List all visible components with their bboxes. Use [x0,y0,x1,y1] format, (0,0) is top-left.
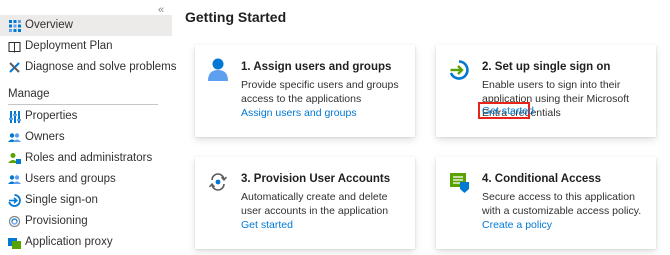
provision-sync-icon [207,171,229,193]
sidebar-item-label: Users and groups [25,173,116,185]
card-title: 3. Provision User Accounts [241,173,391,185]
card-provision-accounts: 3. Provision User Accounts Automatically… [195,157,415,249]
roles-icon [8,152,21,165]
card-title: 2. Set up single sign on [482,61,611,73]
overview-grid-icon [8,19,21,32]
manage-section-header: Manage [8,88,50,100]
card-description: Secure access to this application with a… [482,191,642,217]
sidebar-item-deployment-plan[interactable]: Deployment Plan [0,36,172,57]
conditional-access-icon [448,171,470,193]
wrench-icon [8,61,21,74]
sidebar-item-overview[interactable]: Overview [0,15,172,36]
create-policy-link[interactable]: Create a policy [482,219,552,231]
sidebar-item-label: Single sign-on [25,194,98,206]
card-title: 1. Assign users and groups [241,61,392,73]
owners-icon [8,131,21,144]
users-groups-icon [8,173,21,186]
sidebar-item-label: Application proxy [25,236,113,248]
sidebar-item-provisioning[interactable]: Provisioning [0,211,172,232]
sidebar-item-app-proxy[interactable]: Application proxy [0,232,172,253]
sidebar-nav: « Overview Deployment Plan Diagnose and … [0,0,177,255]
card-assign-users: 1. Assign users and groups Provide speci… [195,45,415,137]
sidebar-item-sso[interactable]: Single sign-on [0,190,172,211]
sidebar-item-roles[interactable]: Roles and administrators [0,148,172,169]
sidebar-item-label: Roles and administrators [25,152,153,164]
sso-icon [8,194,21,207]
card-single-sign-on: 2. Set up single sign on Enable users to… [436,45,656,137]
user-icon [207,58,229,81]
sidebar-item-label: Owners [25,131,65,143]
card-conditional-access: 4. Conditional Access Secure access to t… [436,157,656,249]
sidebar-item-label: Overview [25,19,73,31]
sign-in-icon [448,59,470,81]
properties-icon [8,110,21,123]
assign-users-groups-link[interactable]: Assign users and groups [241,107,357,119]
sidebar-item-label: Properties [25,110,78,122]
sidebar-item-users-groups[interactable]: Users and groups [0,169,172,190]
sso-get-started-link[interactable]: Get started [482,105,534,117]
provisioning-icon [8,215,21,228]
page-title: Getting Started [185,9,287,25]
sidebar-item-owners[interactable]: Owners [0,127,172,148]
card-title: 4. Conditional Access [482,173,602,185]
card-description: Automatically create and delete user acc… [241,191,389,217]
sidebar-item-label: Provisioning [25,215,88,227]
sidebar-item-label: Diagnose and solve problems [25,61,177,73]
book-icon [8,40,21,53]
sidebar-item-diagnose[interactable]: Diagnose and solve problems [0,57,177,78]
sidebar-item-properties[interactable]: Properties [0,106,172,127]
sidebar-item-label: Deployment Plan [25,40,113,52]
card-description: Provide specific users and groups access… [241,79,399,105]
provisioning-get-started-link[interactable]: Get started [241,219,293,231]
app-proxy-icon [8,236,21,249]
section-divider [8,104,158,105]
